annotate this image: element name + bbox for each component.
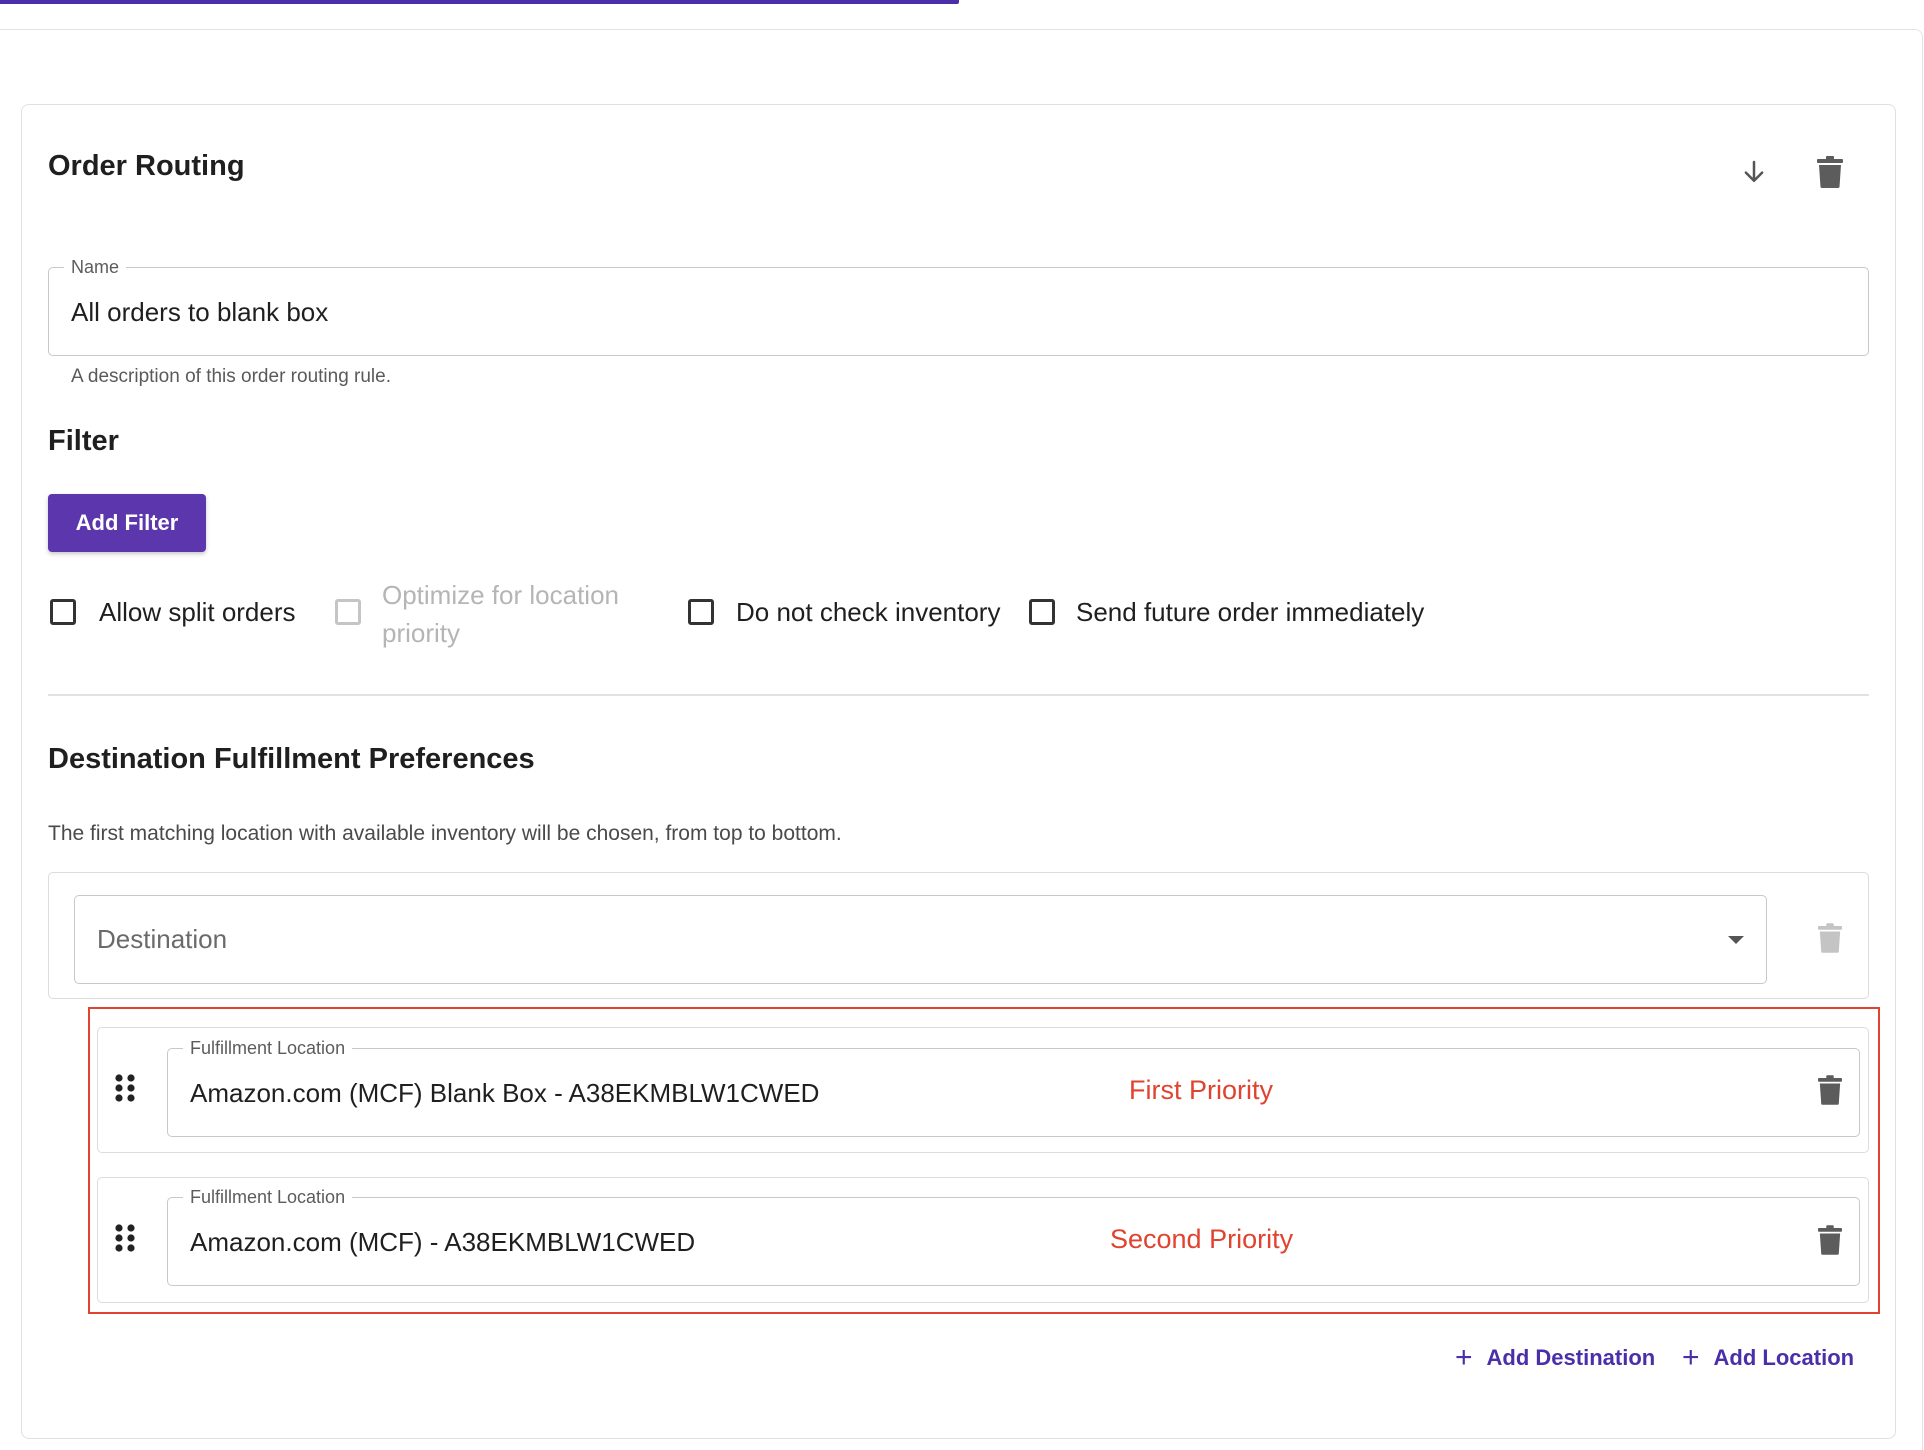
name-field-value[interactable]: All orders to blank box <box>71 297 328 328</box>
annotation-highlight-box <box>88 1007 1880 1314</box>
destination-placeholder: Destination <box>97 924 228 954</box>
active-tab-indicator <box>0 0 959 4</box>
do-not-check-inventory-label: Do not check inventory <box>736 597 1001 627</box>
add-destination-button[interactable]: + Add Destination <box>1455 1343 1655 1373</box>
destination-description: The first matching location with availab… <box>48 822 842 845</box>
card-title: Order Routing <box>48 150 245 182</box>
send-future-order-label: Send future order immediately <box>1076 597 1425 627</box>
checkbox-box <box>335 599 361 625</box>
checkbox-box[interactable] <box>688 599 714 625</box>
add-location-button[interactable]: + Add Location <box>1682 1343 1854 1373</box>
dropdown-caret-icon <box>1728 936 1744 944</box>
allow-split-orders-checkbox[interactable] <box>50 599 76 625</box>
arrow-down-icon <box>1744 160 1764 182</box>
checkbox-box[interactable] <box>50 599 76 625</box>
section-divider <box>48 694 1869 696</box>
add-destination-label: Add Destination <box>1486 1345 1656 1370</box>
do-not-check-inventory-checkbox[interactable] <box>688 599 714 625</box>
destination-heading: Destination Fulfillment Preferences <box>48 743 535 775</box>
trash-icon <box>1818 923 1842 953</box>
delete-destination-button[interactable] <box>1810 918 1850 958</box>
plus-icon: + <box>1682 1341 1700 1374</box>
filter-heading: Filter <box>48 425 119 457</box>
checkbox-box[interactable] <box>1029 599 1055 625</box>
allow-split-orders-label: Allow split orders <box>99 597 296 627</box>
add-filter-button[interactable]: Add Filter <box>48 494 206 552</box>
optimize-location-priority-checkbox[interactable] <box>335 599 361 625</box>
send-future-order-checkbox[interactable] <box>1029 599 1055 625</box>
name-helper-text: A description of this order routing rule… <box>71 366 392 387</box>
trash-icon <box>1817 156 1843 188</box>
plus-icon: + <box>1455 1341 1473 1374</box>
move-down-button[interactable] <box>1732 150 1776 194</box>
add-location-label: Add Location <box>1713 1345 1855 1370</box>
delete-rule-button[interactable] <box>1808 150 1852 194</box>
name-field[interactable]: Name All orders to blank box <box>48 255 1869 356</box>
name-field-label: Name <box>64 255 127 279</box>
optimize-location-priority-label: Optimize for location priority <box>382 580 619 648</box>
destination-select[interactable]: Destination <box>74 895 1767 984</box>
